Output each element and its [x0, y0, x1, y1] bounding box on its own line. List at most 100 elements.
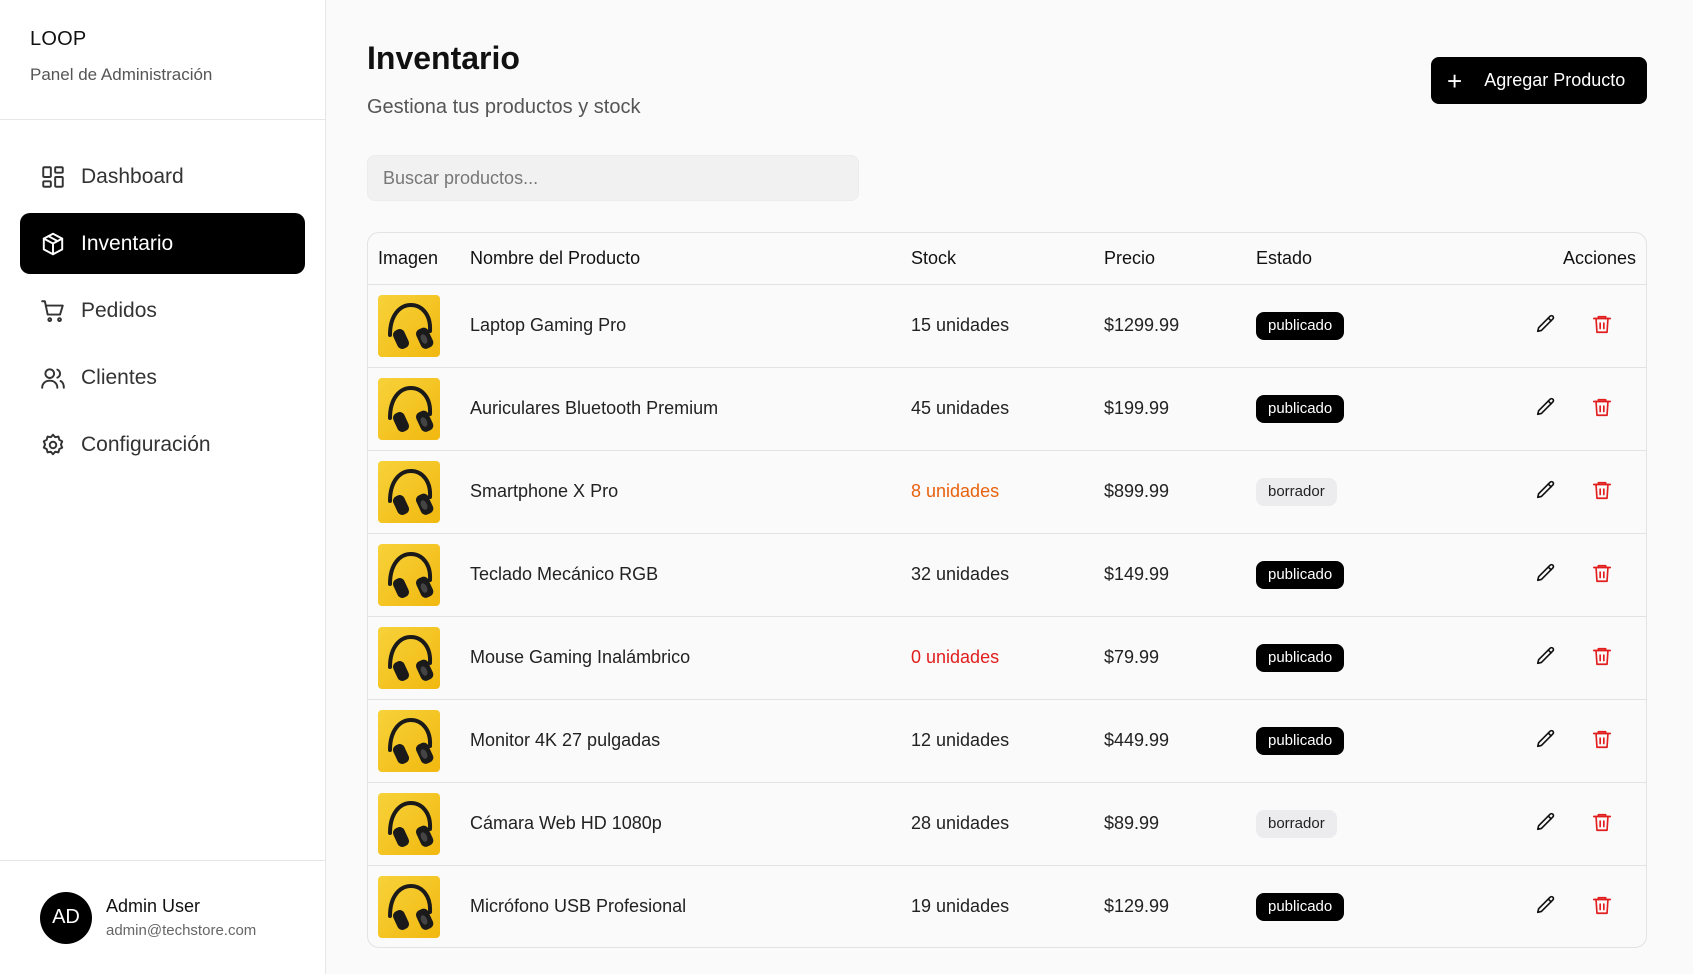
product-actions	[1496, 865, 1646, 947]
sidebar-item-label: Dashboard	[81, 164, 184, 188]
page-subtitle: Gestiona tus productos y stock	[367, 96, 641, 118]
product-name: Micrófono USB Profesional	[470, 896, 687, 917]
edit-icon[interactable]	[1534, 478, 1558, 502]
product-image-cell	[368, 450, 470, 534]
table-row: Smartphone X Pro 8 unidades $899.99 borrado…	[368, 450, 1646, 534]
product-status-cell: publicado	[1256, 865, 1496, 947]
product-image-cell	[368, 616, 470, 700]
brand: LOOP Panel de Administración	[0, 0, 325, 120]
brand-subtitle: Panel de Administración	[30, 65, 213, 84]
product-name: Mouse Gaming Inalámbrico	[470, 616, 911, 700]
sidebar-item-configuracion[interactable]: Configuración	[20, 414, 305, 475]
dashboard-icon	[40, 164, 66, 190]
sidebar-item-inventario[interactable]: Inventario	[20, 213, 305, 274]
sidebar: LOOP Panel de Administración Dashboard I…	[0, 0, 326, 974]
plus-icon: +	[1447, 65, 1463, 96]
users-icon	[40, 365, 66, 391]
column-header-price: Precio	[1104, 233, 1256, 285]
sidebar-item-dashboard[interactable]: Dashboard	[20, 146, 305, 207]
sidebar-item-pedidos[interactable]: Pedidos	[20, 280, 305, 341]
column-header-image: Imagen	[368, 233, 470, 285]
sidebar-item-clientes[interactable]: Clientes	[20, 347, 305, 408]
edit-icon[interactable]	[1534, 893, 1558, 917]
user-profile[interactable]: AD Admin User admin@techstore.com	[0, 860, 326, 974]
sidebar-item-label: Clientes	[81, 365, 157, 389]
trash-icon[interactable]	[1590, 478, 1614, 502]
product-name: Laptop Gaming Pro	[470, 284, 911, 368]
user-info: Admin User admin@techstore.com	[106, 896, 256, 939]
edit-icon[interactable]	[1534, 644, 1558, 668]
product-price: $79.99	[1104, 616, 1256, 700]
trash-icon[interactable]	[1590, 312, 1614, 336]
product-price: $129.99	[1104, 896, 1170, 917]
column-header-stock: Stock	[911, 233, 1104, 285]
page-title: Inventario	[367, 40, 520, 76]
trash-icon[interactable]	[1590, 727, 1614, 751]
product-actions	[1496, 699, 1646, 783]
product-image-cell	[368, 533, 470, 617]
product-price: $1299.99	[1104, 284, 1256, 368]
product-name: Monitor 4K 27 pulgadas	[470, 699, 911, 783]
status-badge: borrador	[1256, 809, 1337, 838]
sidebar-item-label: Configuración	[81, 432, 211, 456]
edit-icon[interactable]	[1534, 810, 1558, 834]
status-badge: publicado	[1256, 560, 1345, 589]
trash-icon[interactable]	[1590, 893, 1614, 917]
product-stock: 45 unidades	[911, 367, 1104, 451]
product-stock: 12 unidades	[911, 699, 1104, 783]
add-product-button[interactable]: + Agregar Producto	[1431, 57, 1647, 104]
user-email: admin@techstore.com	[106, 922, 257, 939]
product-actions	[1496, 450, 1646, 534]
headphones-image	[378, 875, 440, 938]
trash-icon[interactable]	[1590, 810, 1614, 834]
sidebar-item-label: Inventario	[81, 231, 174, 255]
trash-icon[interactable]	[1590, 561, 1614, 585]
sidebar-nav: Dashboard Inventario Pedidos Clientes Co…	[0, 120, 325, 475]
column-header-actions: Acciones	[1496, 233, 1646, 285]
table-row: Laptop Gaming Pro 15 unidades $1299.99 publ…	[368, 284, 1646, 368]
status-badge: publicado	[1256, 311, 1345, 340]
product-status-cell: publicado	[1256, 616, 1496, 700]
product-status-cell: borrador	[1256, 782, 1496, 866]
table-row: Teclado Mecánico RGB 32 unidades $149.99 pu…	[368, 533, 1646, 617]
product-price: $899.99	[1104, 450, 1256, 534]
edit-icon[interactable]	[1534, 561, 1558, 585]
product-actions	[1496, 616, 1646, 700]
product-stock: 15 unidades	[911, 284, 1104, 368]
products-table: Imagen Nombre del Producto Stock Precio …	[367, 232, 1647, 948]
status-badge: publicado	[1256, 726, 1345, 755]
table-row: Monitor 4K 27 pulgadas 12 unidades $449.99…	[368, 699, 1646, 783]
product-actions	[1496, 367, 1646, 451]
table-row: Cámara Web HD 1080p 28 unidades $89.99 borr…	[368, 782, 1646, 866]
edit-icon[interactable]	[1534, 395, 1558, 419]
search-input[interactable]	[367, 155, 859, 201]
product-image-cell	[368, 367, 470, 451]
product-name: Auriculares Bluetooth Premium	[470, 367, 911, 451]
status-badge: borrador	[1256, 477, 1337, 506]
edit-icon[interactable]	[1534, 312, 1558, 336]
column-header-status: Estado	[1256, 233, 1496, 285]
product-price: $199.99	[1104, 367, 1256, 451]
trash-icon[interactable]	[1590, 644, 1614, 668]
product-price: $449.99	[1104, 699, 1256, 783]
headphones-image	[378, 626, 440, 689]
product-price: $89.99	[1104, 782, 1256, 866]
product-image-cell	[368, 699, 470, 783]
product-status-cell: publicado	[1256, 367, 1496, 451]
product-image-cell	[368, 284, 470, 368]
product-stock: 28 unidades	[911, 782, 1104, 866]
table-row: Mouse Gaming Inalámbrico 0 unidades $79.99…	[368, 616, 1646, 700]
headphones-image	[378, 294, 440, 357]
product-status-cell: publicado	[1256, 533, 1496, 617]
trash-icon[interactable]	[1590, 395, 1614, 419]
headphones-image	[378, 377, 440, 440]
edit-icon[interactable]	[1534, 727, 1558, 751]
product-stock: 19 unidades	[911, 896, 1010, 917]
product-name: Teclado Mecánico RGB	[470, 533, 911, 617]
headphones-image	[378, 709, 440, 772]
product-status-cell: publicado	[1256, 699, 1496, 783]
table-header-row: Imagen Nombre del Producto Stock Precio …	[368, 233, 1646, 285]
product-image-cell	[368, 782, 470, 866]
product-status-cell: publicado	[1256, 284, 1496, 368]
status-badge: publicado	[1256, 892, 1345, 921]
